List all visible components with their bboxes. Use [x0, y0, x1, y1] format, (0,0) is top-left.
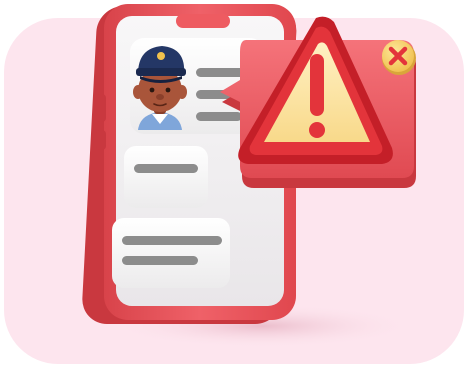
content-line-3	[122, 256, 198, 265]
phone-warning-illustration	[4, 4, 464, 364]
illustration-stage	[0, 0, 467, 369]
content-card-1	[124, 146, 208, 208]
exclamation-bar	[310, 54, 324, 116]
exclamation-dot	[309, 122, 325, 138]
profile-line-1	[196, 68, 246, 77]
power-button	[96, 130, 106, 150]
content-line-1	[134, 164, 198, 173]
profile-line-3	[196, 112, 242, 121]
volume-button	[96, 94, 106, 122]
cap-badge	[157, 52, 165, 60]
content-line-2	[122, 236, 222, 245]
phone-notch	[176, 14, 230, 28]
content-card-2	[112, 218, 230, 288]
